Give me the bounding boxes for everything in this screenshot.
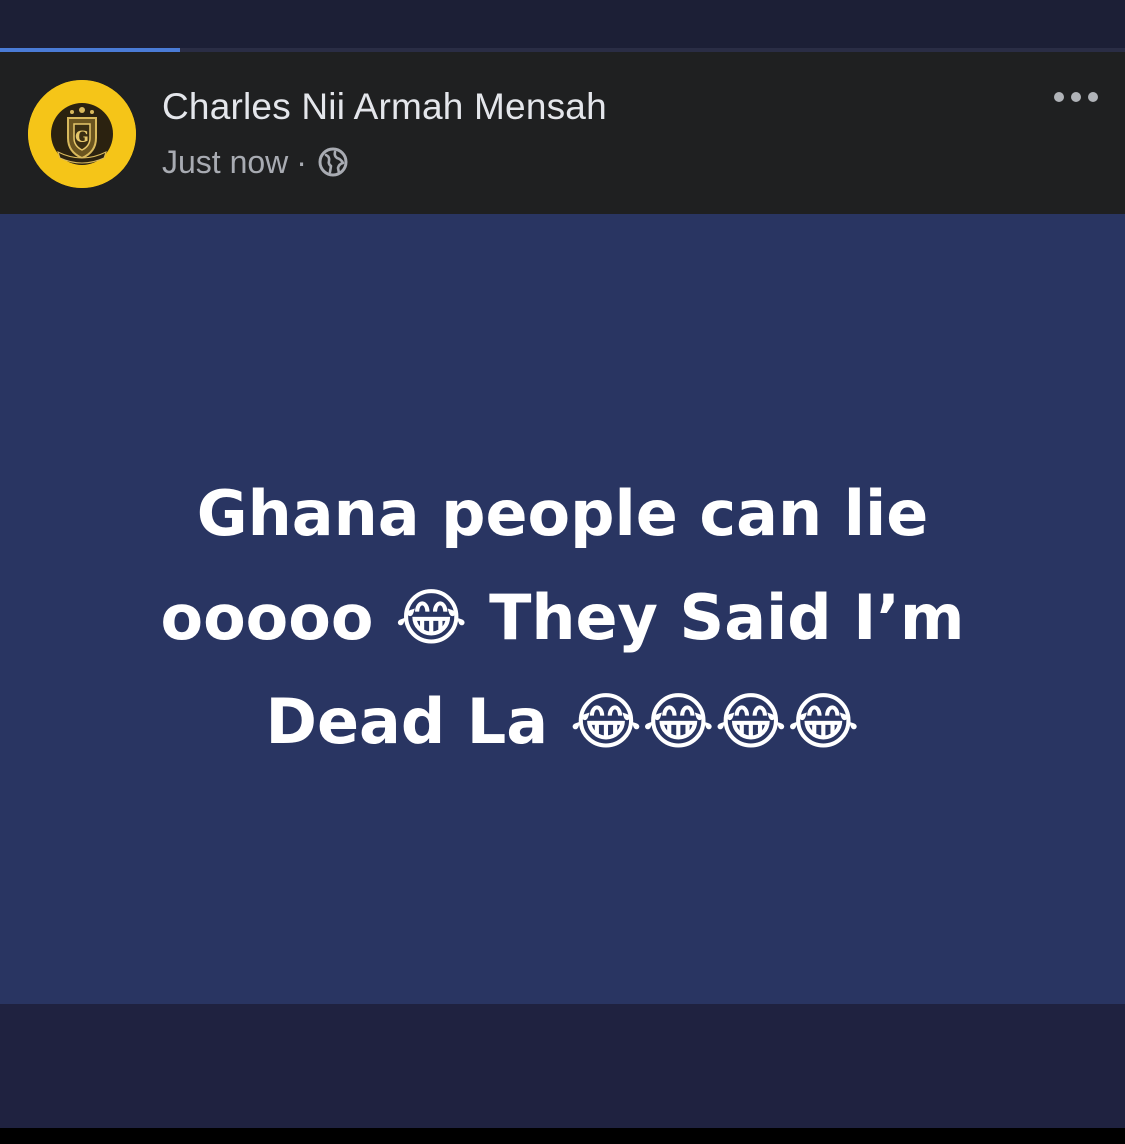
meta-separator: · — [296, 143, 307, 180]
post-text: Ghana people can lie ooooo 😂 They Said I… — [160, 477, 965, 758]
top-bar — [0, 0, 1125, 52]
post-timestamp[interactable]: Just now — [162, 144, 288, 181]
screen: G Charles Nii Armah Mensah Just now · Gh… — [0, 0, 1125, 1144]
screen-edge — [0, 1128, 1125, 1144]
post-background-card: Ghana people can lie ooooo 😂 They Said I… — [0, 214, 1125, 1004]
more-options-icon[interactable] — [1049, 82, 1103, 112]
crest-logo-icon: G — [28, 80, 136, 188]
author-name[interactable]: Charles Nii Armah Mensah — [162, 86, 607, 128]
globe-icon — [318, 147, 348, 177]
post-footer — [0, 1004, 1125, 1128]
post-meta: Just now · — [162, 142, 349, 182]
svg-text:G: G — [75, 127, 89, 146]
avatar[interactable]: G — [28, 80, 136, 188]
post-header: G Charles Nii Armah Mensah Just now · — [0, 52, 1125, 214]
